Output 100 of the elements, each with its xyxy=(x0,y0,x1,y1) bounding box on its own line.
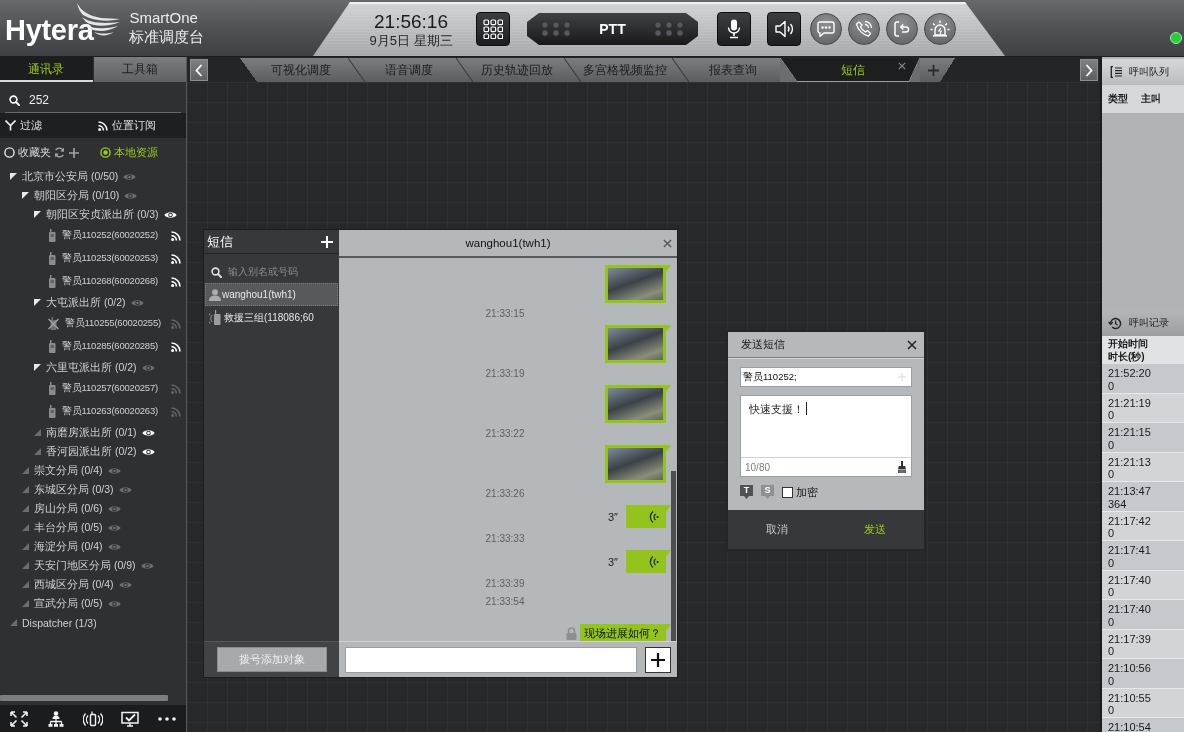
call-log-row[interactable]: 21:17:40 0 xyxy=(1102,600,1184,630)
clear-button[interactable] xyxy=(897,461,907,473)
tree-item[interactable]: 警员110285(60020285) xyxy=(0,335,186,358)
voice-icon xyxy=(649,554,659,569)
microphone-button[interactable] xyxy=(717,12,751,46)
source-radio[interactable]: 收藏夹 xyxy=(4,145,51,160)
expand-panel-button[interactable] xyxy=(1080,59,1098,81)
call-log-row[interactable]: 21:17:39 0 xyxy=(1102,629,1184,659)
message-button[interactable] xyxy=(810,13,842,45)
call-log-row[interactable]: 21:10:54 xyxy=(1102,718,1184,732)
tree-item[interactable]: 宣武分局 (0/5) xyxy=(0,594,186,613)
tree-item[interactable]: 东城区分局 (0/3) xyxy=(0,480,186,499)
close-icon xyxy=(907,339,917,350)
speaker-button[interactable] xyxy=(767,12,801,46)
start-time: 21:13:47 xyxy=(1108,485,1151,498)
contact-search-field[interactable]: 输入别名或号码 xyxy=(204,262,339,282)
call-duration: 0 xyxy=(1108,556,1115,569)
tree-item[interactable]: 香河园派出所 (0/2) xyxy=(0,442,186,461)
close-button[interactable] xyxy=(663,238,672,248)
message-field[interactable]: 快速支援！ 10/80 xyxy=(740,395,912,477)
tree-item[interactable]: 警员110252(60020252) xyxy=(0,224,186,247)
message-input[interactable] xyxy=(345,646,637,673)
call-log-row[interactable]: 21:10:55 0 xyxy=(1102,688,1184,718)
tree-item[interactable]: 警员110257(60020257) xyxy=(0,377,186,400)
contact-item[interactable]: wanghou1(twh1) xyxy=(205,283,338,306)
tree-item[interactable]: 警员110253(60020253) xyxy=(0,247,186,270)
call-duration: 0 xyxy=(1108,468,1115,481)
image-message[interactable] xyxy=(605,385,671,423)
photo-placeholder xyxy=(608,268,663,300)
send-button[interactable]: 发送 xyxy=(826,510,924,549)
checked-monitor-icon xyxy=(120,710,139,727)
attach-button[interactable] xyxy=(645,646,671,673)
voice-message[interactable] xyxy=(626,550,671,573)
call-duration: 364 xyxy=(1108,497,1127,510)
source-radio[interactable]: 本地资源 xyxy=(100,145,158,160)
tree-item[interactable]: 崇文分局 (0/4) xyxy=(0,461,186,480)
call-log-row[interactable]: 21:21:19 0 xyxy=(1102,393,1184,423)
cancel-button[interactable]: 取消 xyxy=(728,510,826,549)
brand-name: Hytera xyxy=(5,15,94,45)
tree-item[interactable]: 南磨房派出所 (0/1) xyxy=(0,423,186,442)
call-log-row[interactable]: 21:17:40 0 xyxy=(1102,570,1184,600)
plus-icon xyxy=(321,235,333,248)
call-log-row[interactable]: 21:17:42 0 xyxy=(1102,511,1184,541)
voice-message[interactable] xyxy=(626,505,671,528)
history-icon xyxy=(1108,316,1122,330)
start-time: 21:17:41 xyxy=(1108,544,1151,557)
recipient-field[interactable]: 警员110252; xyxy=(740,367,912,387)
panel-title: 短信 xyxy=(207,232,233,251)
close-icon[interactable] xyxy=(898,62,906,70)
close-button[interactable] xyxy=(907,339,917,350)
column-header: 开始时间 xyxy=(1108,337,1148,350)
call-log-row[interactable]: 21:21:13 0 xyxy=(1102,452,1184,482)
tree-item[interactable]: 警员110263(60020263) xyxy=(0,400,186,423)
call-log-row[interactable]: 21:17:41 0 xyxy=(1102,541,1184,571)
transfer-button[interactable] xyxy=(886,13,918,45)
contact-item[interactable]: 救援三组(118086;60 xyxy=(205,306,338,329)
start-time: 21:21:13 xyxy=(1108,455,1151,468)
call-log-row[interactable]: 21:13:47 364 xyxy=(1102,482,1184,512)
tree-item[interactable]: 朝阳区安贞派出所 (0/3) xyxy=(0,205,186,224)
tree-item[interactable]: 房山分局 (0/6) xyxy=(0,499,186,518)
message-type-button[interactable]: T xyxy=(740,485,753,499)
tree-item[interactable]: 朝阳区分局 (0/10) xyxy=(0,186,186,205)
main-tab[interactable]: 短信 xyxy=(780,58,920,82)
ptt-button[interactable]: PTT xyxy=(527,13,698,45)
alarm-button[interactable] xyxy=(924,13,956,45)
image-message[interactable] xyxy=(605,265,671,303)
subscribe-button[interactable]: 位置订阅 xyxy=(93,113,156,138)
tree-item[interactable]: 北京市公安局 (0/50) xyxy=(0,167,186,186)
radio-group-icon xyxy=(209,310,223,325)
voice-duration: 3″ xyxy=(608,555,618,568)
apps-button[interactable] xyxy=(476,12,510,46)
plus-icon xyxy=(928,64,939,76)
call-duration: 0 xyxy=(1108,704,1115,717)
filter-button[interactable]: 过滤 xyxy=(0,113,42,138)
text-message[interactable]: 现场进展如何？ xyxy=(580,624,671,641)
tree-item[interactable]: 丰台分局 (0/5) xyxy=(0,518,186,537)
tree-item[interactable]: 天安门地区分局 (0/9) xyxy=(0,556,186,575)
add-tab-button[interactable] xyxy=(920,58,955,82)
checkbox[interactable] xyxy=(782,486,793,498)
tree-item[interactable]: 西城区分局 (0/4) xyxy=(0,575,186,594)
image-message[interactable] xyxy=(605,445,671,483)
org-chart-icon xyxy=(46,710,65,727)
message-time: 21:33:33 xyxy=(485,532,525,546)
tree-item[interactable]: 警员110255(60020255) xyxy=(0,312,186,335)
call-duration: 0 xyxy=(1108,645,1115,658)
collapse-button[interactable] xyxy=(190,59,208,81)
tree-item[interactable]: 海淀分局 (0/4) xyxy=(0,537,186,556)
call-log-row[interactable]: 21:21:15 0 xyxy=(1102,423,1184,453)
image-message[interactable] xyxy=(605,325,671,363)
tree-item[interactable]: Dispatcher (1/3) xyxy=(0,613,186,632)
radio-waves-icon xyxy=(82,710,103,727)
call-log-row[interactable]: 21:52:20 0 xyxy=(1102,364,1184,394)
tree-item[interactable]: 六里屯派出所 (0/2) xyxy=(0,358,186,377)
new-message-button[interactable] xyxy=(321,235,333,248)
start-time: 21:21:15 xyxy=(1108,426,1151,439)
call-button[interactable] xyxy=(848,13,880,45)
tree-item[interactable]: 大屯派出所 (0/2) xyxy=(0,293,186,312)
call-log-row[interactable]: 21:10:56 0 xyxy=(1102,659,1184,689)
tree-item[interactable]: 警员110268(60020268) xyxy=(0,270,186,293)
sidebar-tab[interactable]: 通讯录 xyxy=(0,57,93,82)
